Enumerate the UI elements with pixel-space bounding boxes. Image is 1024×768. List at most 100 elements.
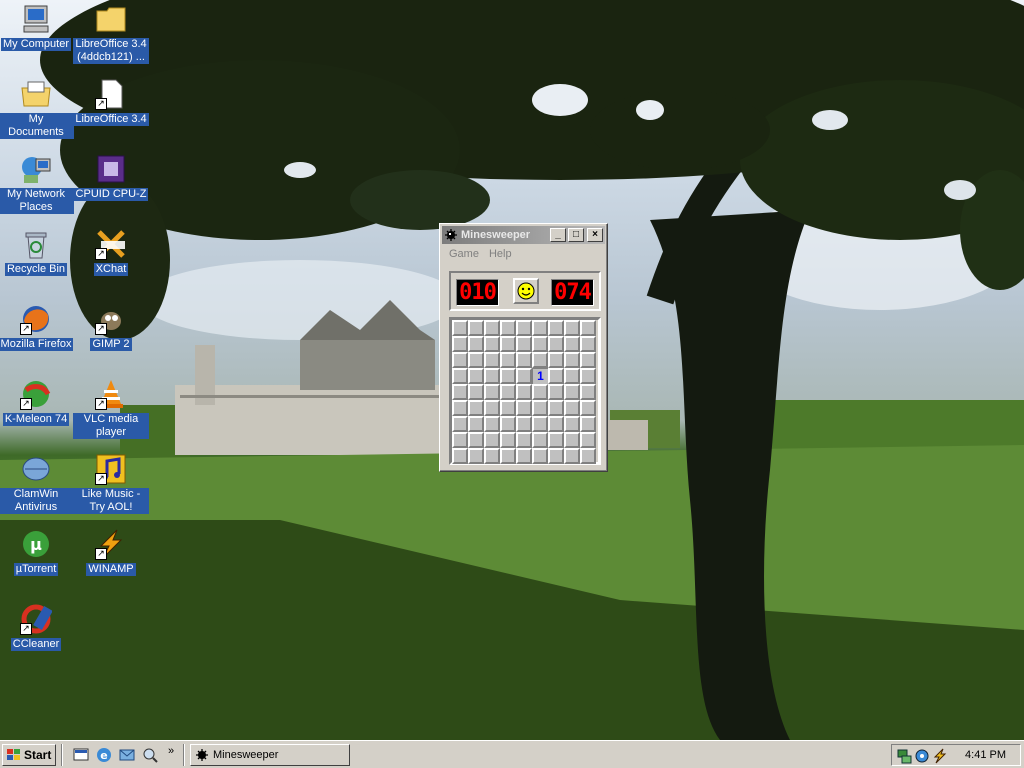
desktop-icon-my-network-places[interactable]: My Network Places xyxy=(0,153,74,214)
mine-cell[interactable] xyxy=(548,448,564,464)
internet-explorer-icon[interactable]: e xyxy=(95,746,113,764)
mine-cell[interactable] xyxy=(564,352,580,368)
mine-cell[interactable] xyxy=(580,352,596,368)
mine-cell[interactable] xyxy=(516,416,532,432)
mine-cell[interactable] xyxy=(532,320,548,336)
mine-cell[interactable] xyxy=(452,432,468,448)
quicklaunch-chevron-icon[interactable]: » xyxy=(168,745,174,757)
mine-cell[interactable] xyxy=(564,320,580,336)
mine-cell[interactable] xyxy=(468,384,484,400)
mine-cell[interactable] xyxy=(500,432,516,448)
mine-cell[interactable] xyxy=(452,368,468,384)
mine-cell[interactable] xyxy=(484,352,500,368)
mine-cell[interactable] xyxy=(516,336,532,352)
mine-cell[interactable] xyxy=(532,448,548,464)
mine-cell[interactable] xyxy=(500,448,516,464)
menu-game[interactable]: Game xyxy=(444,246,484,264)
mine-cell[interactable] xyxy=(516,448,532,464)
mine-cell[interactable] xyxy=(548,320,564,336)
mine-cell[interactable] xyxy=(468,368,484,384)
mine-cell[interactable] xyxy=(452,336,468,352)
mine-cell[interactable] xyxy=(500,352,516,368)
mine-cell[interactable] xyxy=(468,320,484,336)
menu-help[interactable]: Help xyxy=(484,246,517,264)
maximize-button[interactable]: □ xyxy=(568,228,584,242)
mine-cell[interactable] xyxy=(564,432,580,448)
mine-cell[interactable] xyxy=(484,448,500,464)
mine-cell[interactable] xyxy=(580,320,596,336)
network-icon[interactable] xyxy=(896,748,912,764)
mine-cell[interactable] xyxy=(564,400,580,416)
mine-cell[interactable] xyxy=(580,448,596,464)
minesweeper-window[interactable]: Minesweeper _ □ × Game Help 010 074 1 xyxy=(439,223,608,472)
desktop-icon-my-computer[interactable]: My Computer xyxy=(0,3,74,51)
mine-cell[interactable] xyxy=(580,400,596,416)
mine-cell[interactable] xyxy=(548,352,564,368)
search-icon[interactable] xyxy=(141,746,159,764)
mine-cell[interactable] xyxy=(484,384,500,400)
mine-cell[interactable] xyxy=(548,384,564,400)
mine-cell[interactable] xyxy=(580,336,596,352)
desktop-icon-libreoffice-folder[interactable]: LibreOffice 3.4 (4ddcb121) ... xyxy=(73,3,149,64)
desktop-icon-cpuz[interactable]: CPUID CPU-Z xyxy=(73,153,149,201)
mine-cell[interactable] xyxy=(484,416,500,432)
mine-cell[interactable] xyxy=(468,432,484,448)
mine-cell[interactable] xyxy=(452,352,468,368)
desktop-icon-recycle-bin[interactable]: Recycle Bin xyxy=(0,228,74,276)
start-button[interactable]: Start xyxy=(2,744,56,766)
mine-cell[interactable] xyxy=(484,368,500,384)
mine-cell[interactable] xyxy=(484,400,500,416)
mine-cell[interactable] xyxy=(500,368,516,384)
desktop-icon-ccleaner[interactable]: ↗ CCleaner xyxy=(0,603,74,651)
mine-cell[interactable] xyxy=(468,416,484,432)
mine-cell[interactable] xyxy=(580,416,596,432)
clock[interactable]: 4:41 PM xyxy=(965,749,1006,761)
mine-cell[interactable] xyxy=(516,368,532,384)
mine-cell[interactable] xyxy=(532,336,548,352)
mine-cell[interactable] xyxy=(532,416,548,432)
desktop-icon-gimp[interactable]: ↗ GIMP 2 xyxy=(73,303,149,351)
mine-cell[interactable] xyxy=(484,432,500,448)
mine-cell[interactable]: 1 xyxy=(532,368,548,384)
mine-cell[interactable] xyxy=(548,368,564,384)
mine-cell[interactable] xyxy=(500,336,516,352)
desktop-icon-utorrent[interactable]: µ µTorrent xyxy=(0,528,74,576)
desktop-icon-xchat[interactable]: ↗ XChat xyxy=(73,228,149,276)
mine-cell[interactable] xyxy=(580,368,596,384)
mine-cell[interactable] xyxy=(564,368,580,384)
desktop-icon-k-meleon[interactable]: ↗ K-Meleon 74 xyxy=(0,378,74,426)
desktop-icon-my-documents[interactable]: My Documents xyxy=(0,78,74,139)
smiley-button[interactable] xyxy=(513,278,539,304)
mine-cell[interactable] xyxy=(532,432,548,448)
desktop-icon-libreoffice[interactable]: ↗ LibreOffice 3.4 xyxy=(73,78,149,126)
mine-cell[interactable] xyxy=(516,320,532,336)
mine-cell[interactable] xyxy=(452,416,468,432)
desktop-icon-clamwin[interactable]: ClamWin Antivirus xyxy=(0,453,74,514)
mine-cell[interactable] xyxy=(516,432,532,448)
desktop-icon-firefox[interactable]: ↗ Mozilla Firefox xyxy=(0,303,74,351)
vlc-tray-icon[interactable] xyxy=(914,748,930,764)
mine-cell[interactable] xyxy=(500,384,516,400)
mine-cell[interactable] xyxy=(500,320,516,336)
outlook-express-icon[interactable] xyxy=(118,746,136,764)
minimize-button[interactable]: _ xyxy=(550,228,566,242)
mine-cell[interactable] xyxy=(564,336,580,352)
mine-cell[interactable] xyxy=(484,320,500,336)
taskbar-button-minesweeper[interactable]: Minesweeper xyxy=(190,744,350,766)
mine-cell[interactable] xyxy=(548,336,564,352)
mine-cell[interactable] xyxy=(516,352,532,368)
winamp-tray-icon[interactable] xyxy=(932,748,948,764)
mine-cell[interactable] xyxy=(548,400,564,416)
mine-cell[interactable] xyxy=(580,432,596,448)
mine-cell[interactable] xyxy=(468,448,484,464)
mine-cell[interactable] xyxy=(580,384,596,400)
title-bar[interactable]: Minesweeper _ □ × xyxy=(442,226,605,244)
mine-cell[interactable] xyxy=(468,400,484,416)
mine-cell[interactable] xyxy=(516,400,532,416)
mine-cell[interactable] xyxy=(500,400,516,416)
desktop-icon-vlc[interactable]: ↗ VLC media player xyxy=(73,378,149,439)
mine-cell[interactable] xyxy=(548,432,564,448)
mine-cell[interactable] xyxy=(564,384,580,400)
desktop-icon-winamp[interactable]: ↗ WINAMP xyxy=(73,528,149,576)
mine-cell[interactable] xyxy=(532,352,548,368)
